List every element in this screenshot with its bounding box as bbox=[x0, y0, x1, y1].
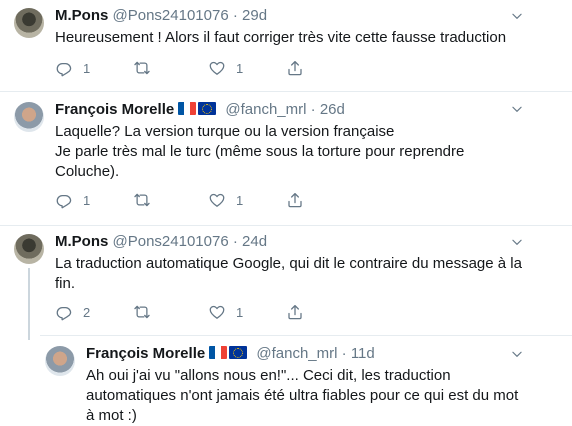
tweet-text: Laquelle? La version turque ou la versio… bbox=[55, 122, 555, 182]
tweet[interactable]: François Morelle @fanch_mrl · 26d Laquel… bbox=[0, 92, 572, 226]
avatar[interactable] bbox=[14, 234, 44, 264]
tweet-text-line: automatiques n'ont jamais été ultra fiab… bbox=[86, 387, 519, 404]
tweet-actions: 1 1 bbox=[55, 58, 315, 78]
tweet-text-line: fin. bbox=[55, 275, 76, 292]
separator-dot: · bbox=[232, 233, 238, 250]
separator-dot: · bbox=[310, 101, 316, 118]
tweet-text: Heureusement ! Alors il faut corriger tr… bbox=[55, 29, 507, 46]
tweet-text-line: Ah oui j'ai vu "allons nous en!"... Ceci… bbox=[86, 367, 451, 384]
author-handle[interactable]: @fanch_mrl bbox=[225, 101, 306, 118]
tweet-text: La traduction automatique Google, qui di… bbox=[55, 254, 555, 294]
like-icon bbox=[208, 59, 226, 77]
author-handle[interactable]: @Pons24101076 bbox=[113, 233, 229, 250]
thread-line bbox=[28, 268, 30, 340]
share-button[interactable] bbox=[286, 302, 304, 322]
share-icon bbox=[286, 191, 304, 209]
tweet-text-line: Laquelle? La version turque ou la versio… bbox=[55, 123, 395, 140]
like-count: 1 bbox=[236, 192, 244, 208]
like-button[interactable]: 1 bbox=[208, 58, 243, 78]
tweet[interactable]: M.Pons @Pons24101076 · 24d La traduction… bbox=[0, 226, 572, 340]
reply-count: 1 bbox=[83, 192, 91, 208]
like-icon bbox=[208, 303, 226, 321]
like-button[interactable]: 1 bbox=[208, 190, 243, 210]
tweet-header: François Morelle @fanch_mrl · 11d bbox=[86, 344, 375, 366]
flag-emojis bbox=[209, 346, 249, 366]
separator-dot: · bbox=[232, 7, 238, 24]
tweet-header: M.Pons @Pons24101076 · 24d bbox=[55, 232, 267, 252]
reply-count: 1 bbox=[83, 60, 91, 76]
tweet-header: M.Pons @Pons24101076 · 29d bbox=[55, 6, 267, 26]
flag-eu-icon bbox=[229, 346, 248, 359]
timestamp[interactable]: 26d bbox=[320, 101, 345, 118]
flag-france-icon bbox=[178, 102, 197, 115]
share-icon bbox=[286, 303, 304, 321]
author-handle[interactable]: @fanch_mrl bbox=[256, 345, 337, 362]
tweet[interactable]: M.Pons @Pons24101076 · 29d Heureusement … bbox=[0, 0, 572, 92]
tweet[interactable]: François Morelle @fanch_mrl · 11d Ah oui… bbox=[0, 336, 572, 426]
avatar[interactable] bbox=[14, 102, 44, 132]
chevron-down-icon[interactable] bbox=[510, 9, 524, 23]
flag-eu-icon bbox=[198, 102, 217, 115]
tweet-text: Ah oui j'ai vu "allons nous en!"... Ceci… bbox=[86, 366, 556, 426]
separator-dot: · bbox=[341, 345, 347, 362]
tweet-text-line: Coluche). bbox=[55, 163, 120, 180]
tweet-actions: 1 1 bbox=[55, 190, 315, 210]
like-count: 1 bbox=[236, 304, 244, 320]
tweet-text-line: La traduction automatique Google, qui di… bbox=[55, 255, 522, 272]
reply-icon bbox=[55, 191, 73, 209]
reply-count: 2 bbox=[83, 304, 91, 320]
retweet-icon bbox=[133, 303, 151, 321]
tweet-text-line: Je parle très mal le turc (même sous la … bbox=[55, 143, 465, 160]
author-name[interactable]: François Morelle bbox=[55, 101, 174, 118]
tweet-header: François Morelle @fanch_mrl · 26d bbox=[55, 100, 345, 122]
flag-emojis bbox=[178, 102, 218, 122]
like-count: 1 bbox=[236, 60, 244, 76]
reply-button[interactable]: 1 bbox=[55, 190, 90, 210]
author-name[interactable]: François Morelle bbox=[86, 345, 205, 362]
retweet-button[interactable] bbox=[133, 58, 151, 78]
timestamp[interactable]: 29d bbox=[242, 7, 267, 24]
chevron-down-icon[interactable] bbox=[510, 102, 524, 116]
share-button[interactable] bbox=[286, 58, 304, 78]
avatar[interactable] bbox=[14, 8, 44, 38]
author-name[interactable]: M.Pons bbox=[55, 233, 108, 250]
reply-icon bbox=[55, 303, 73, 321]
retweet-icon bbox=[133, 191, 151, 209]
retweet-icon bbox=[133, 59, 151, 77]
share-icon bbox=[286, 59, 304, 77]
author-handle[interactable]: @Pons24101076 bbox=[113, 7, 229, 24]
timestamp[interactable]: 24d bbox=[242, 233, 267, 250]
flag-france-icon bbox=[209, 346, 228, 359]
chevron-down-icon[interactable] bbox=[510, 235, 524, 249]
like-icon bbox=[208, 191, 226, 209]
retweet-button[interactable] bbox=[133, 302, 151, 322]
timestamp[interactable]: 11d bbox=[351, 345, 375, 362]
author-name[interactable]: M.Pons bbox=[55, 7, 108, 24]
reply-icon bbox=[55, 59, 73, 77]
tweet-actions: 2 1 bbox=[55, 302, 315, 322]
reply-button[interactable]: 1 bbox=[55, 58, 90, 78]
share-button[interactable] bbox=[286, 190, 304, 210]
chevron-down-icon[interactable] bbox=[510, 347, 524, 361]
retweet-button[interactable] bbox=[133, 190, 151, 210]
tweet-text-line: à mot :) bbox=[86, 407, 137, 424]
like-button[interactable]: 1 bbox=[208, 302, 243, 322]
avatar[interactable] bbox=[45, 346, 75, 376]
reply-button[interactable]: 2 bbox=[55, 302, 90, 322]
